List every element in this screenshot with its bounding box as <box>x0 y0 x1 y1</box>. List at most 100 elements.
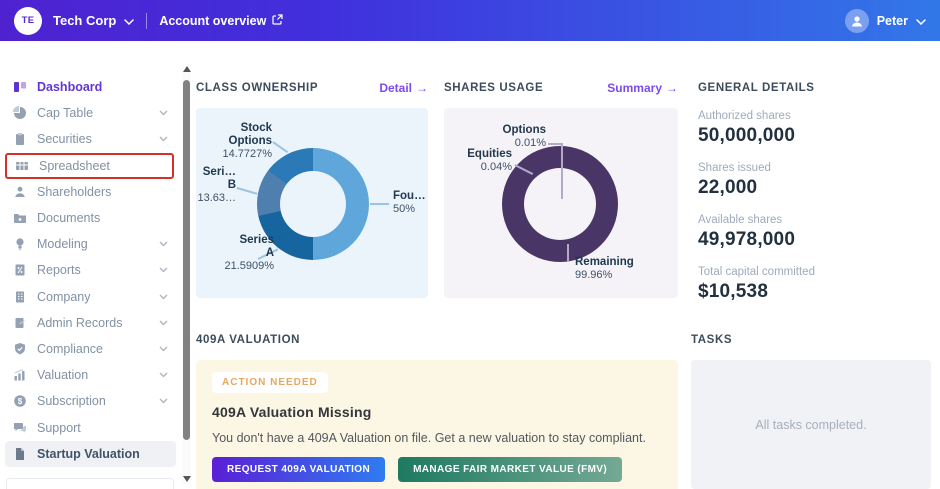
sidebar-item-label: Spreadsheet <box>39 158 110 173</box>
chevron-down-icon <box>159 320 168 326</box>
sidebar-item-cap-table[interactable]: Cap Table <box>0 100 181 126</box>
user-avatar[interactable] <box>844 8 869 33</box>
chevron-down-icon[interactable] <box>124 12 135 30</box>
table-icon <box>14 158 29 173</box>
tasks-panel: All tasks completed. <box>691 360 931 489</box>
leader-line <box>561 143 563 199</box>
chevron-down-icon[interactable] <box>916 12 926 30</box>
sidebar-item-label: Subscription <box>37 394 106 409</box>
sidebar-nav: Dashboard Cap Table Securities Spreadshe… <box>0 74 181 467</box>
account-overview-link[interactable]: Account overview <box>159 14 283 28</box>
shield-icon <box>12 341 27 356</box>
stat-authorized-shares: Authorized shares 50,000,000 <box>698 110 796 146</box>
dashboard-page: TE Tech Corp Account overview Peter Dash… <box>0 0 940 489</box>
folder-icon <box>12 211 27 226</box>
sidebar-item-securities[interactable]: Securities <box>0 126 181 152</box>
chevron-down-icon <box>159 294 168 300</box>
tasks-title: TASKS <box>691 334 733 346</box>
report-icon <box>12 263 27 278</box>
chevron-down-icon <box>159 241 168 247</box>
sidebar-item-reports[interactable]: Reports <box>0 257 181 283</box>
leader-line <box>567 244 569 262</box>
leader-line <box>548 143 562 145</box>
chat-icon <box>12 420 27 435</box>
manage-fmv-button[interactable]: MANAGE FAIR MARKET VALUE (FMV) <box>398 457 623 482</box>
records-icon <box>12 315 27 330</box>
valuation-missing-heading: 409A Valuation Missing <box>212 404 372 420</box>
sidebar-item-label: Support <box>37 420 81 435</box>
general-details-section: GENERAL DETAILS Authorized shares 50,000… <box>698 80 930 305</box>
detail-link-label: Detail <box>379 81 412 95</box>
shares-usage-title: SHARES USAGE <box>444 82 544 94</box>
donut-label-founders: Fou… 50% <box>393 190 426 215</box>
summary-link[interactable]: Summary → <box>607 81 678 95</box>
shares-usage-section: SHARES USAGE Summary → Options 0.01% Equ… <box>444 80 678 298</box>
valuation-409a-section: 409A VALUATION ACTION NEEDED 409A Valuat… <box>196 332 678 489</box>
chevron-down-icon <box>159 398 168 404</box>
scroll-up-arrow[interactable] <box>182 66 191 72</box>
sidebar-item-label: Valuation <box>37 368 89 383</box>
summary-link-label: Summary <box>607 81 662 95</box>
sidebar-item-shareholders[interactable]: Shareholders <box>0 179 181 205</box>
sidebar-item-admin-records[interactable]: Admin Records <box>0 310 181 336</box>
chevron-down-icon <box>159 136 168 142</box>
sidebar-item-label: Securities <box>37 132 92 147</box>
sidebar-item-subscription[interactable]: $ Subscription <box>0 388 181 414</box>
sidebar-item-label: Compliance <box>37 341 104 356</box>
donut-label-stock-options: Stock Options 14.7727% <box>222 122 272 160</box>
request-409a-valuation-button[interactable]: REQUEST 409A VALUATION <box>212 457 386 482</box>
company-name[interactable]: Tech Corp <box>53 13 116 28</box>
scrollbar-thumb[interactable] <box>183 80 190 440</box>
shares-usage-donut-chart <box>502 146 618 262</box>
vertical-scrollbar[interactable] <box>182 64 191 484</box>
company-avatar[interactable]: TE <box>14 6 42 35</box>
sidebar-item-label: Admin Records <box>37 315 123 330</box>
sidebar-item-label: Startup Valuation <box>37 446 140 461</box>
sidebar-item-valuation[interactable]: Valuation <box>0 362 181 388</box>
stat-total-capital-committed: Total capital committed $10,538 <box>698 266 815 302</box>
shares-usage-panel: Options 0.01% Equities 0.04% Remaining 9… <box>444 108 678 298</box>
header-divider <box>146 12 148 29</box>
sidebar-item-company[interactable]: Company <box>0 284 181 310</box>
class-ownership-panel: Stock Options 14.7727% Seri… B 13.63… Se… <box>196 108 428 298</box>
chevron-down-icon <box>159 346 168 352</box>
valuation-409a-panel: ACTION NEEDED 409A Valuation Missing You… <box>196 360 678 489</box>
detail-link[interactable]: Detail → <box>379 81 428 95</box>
sidebar-item-dashboard[interactable]: Dashboard <box>0 74 181 100</box>
general-details-title: GENERAL DETAILS <box>698 82 815 94</box>
class-ownership-section: CLASS OWNERSHIP Detail → Stock Options 1… <box>196 80 428 298</box>
sidebar-item-label: Reports <box>37 263 81 278</box>
sidebar-item-spreadsheet[interactable]: Spreadsheet <box>5 152 174 179</box>
sidebar-item-documents[interactable]: Documents <box>0 205 181 231</box>
stat-shares-issued: Shares issued 22,000 <box>698 162 771 198</box>
sidebar-item-label: Shareholders <box>37 184 112 199</box>
file-icon <box>12 446 27 461</box>
class-ownership-title: CLASS OWNERSHIP <box>196 82 319 94</box>
stat-available-shares: Available shares 49,978,000 <box>698 214 796 250</box>
sidebar-item-label: Modeling <box>37 237 88 252</box>
sidebar-item-modeling[interactable]: Modeling <box>0 231 181 257</box>
building-icon <box>12 289 27 304</box>
valuation-409a-title: 409A VALUATION <box>196 334 301 346</box>
sidebar-item-startup-valuation[interactable]: Startup Valuation <box>5 440 176 467</box>
donut-label-series-a: Series A 21.5909% <box>224 234 274 272</box>
scroll-down-arrow[interactable] <box>182 476 191 482</box>
sidebar-item-label: Documents <box>37 211 101 226</box>
external-link-icon <box>272 13 283 28</box>
sidebar-item-label: Company <box>37 289 91 304</box>
leader-line <box>272 141 289 153</box>
dollar-icon: $ <box>12 394 27 409</box>
sidebar-item-label: Dashboard <box>37 80 103 95</box>
svg-text:$: $ <box>17 397 22 406</box>
sidebar-item-support[interactable]: Support <box>0 414 181 440</box>
person-icon <box>12 184 27 199</box>
user-name[interactable]: Peter <box>877 14 908 28</box>
sidebar-item-compliance[interactable]: Compliance <box>0 336 181 362</box>
account-overview-label: Account overview <box>159 13 267 28</box>
arrow-right-icon: → <box>666 81 678 95</box>
tasks-empty-message: All tasks completed. <box>755 417 867 432</box>
sidebar-item-label: Cap Table <box>37 106 94 121</box>
chevron-down-icon <box>159 372 168 378</box>
clipboard-icon <box>12 132 27 147</box>
lightbulb-icon <box>12 237 27 252</box>
